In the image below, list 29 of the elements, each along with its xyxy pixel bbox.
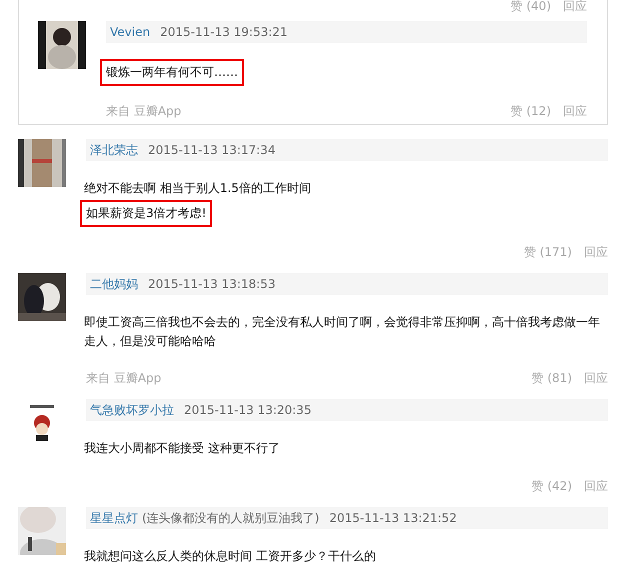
user-note: (连头像都没有的人就别豆油我了) xyxy=(142,510,320,526)
like-link[interactable]: 赞 (12) xyxy=(510,104,551,118)
highlighted-comment-text: 锻炼一两年有何不可…… xyxy=(100,59,244,86)
comment-text: 我连大小周都不能接受 这种更不行了 xyxy=(83,440,281,457)
timestamp: 2015-11-13 13:20:35 xyxy=(184,403,312,417)
timestamp: 2015-11-13 13:17:34 xyxy=(148,143,276,157)
source-label: 来自 豆瓣App xyxy=(86,371,162,385)
like-link[interactable]: 赞 (81) xyxy=(532,371,572,385)
timestamp: 2015-11-13 13:18:53 xyxy=(148,277,276,291)
username-link[interactable]: 泽北荣志 xyxy=(90,142,138,158)
like-link[interactable]: 赞 (42) xyxy=(532,479,572,493)
comment-text: 绝对不能去啊 相当于别人1.5倍的工作时间 xyxy=(83,180,312,197)
username-link[interactable]: 二他妈妈 xyxy=(90,276,138,292)
comment-text: 即使工资高三倍我也不会去的，完全没有私人时间了啊，会觉得非常压抑啊，高十倍我考虑做一年走人，但是没可能哈哈哈 xyxy=(83,314,601,350)
username-link[interactable]: Vevien xyxy=(110,25,150,39)
timestamp: 2015-11-13 19:53:21 xyxy=(160,25,288,39)
comment-text: 我就想问这么反人类的休息时间 工资开多少？干什么的 xyxy=(83,548,377,563)
timestamp: 2015-11-13 13:21:52 xyxy=(329,511,457,525)
reply-link[interactable]: 回应 xyxy=(584,371,608,385)
username-link[interactable]: 气急败坏罗小拉 xyxy=(90,402,174,418)
reply-link[interactable]: 回应 xyxy=(584,245,608,259)
highlighted-comment-text: 如果薪资是3倍才考虑! xyxy=(80,200,212,227)
source-label: 来自 豆瓣App xyxy=(106,104,182,118)
username-link[interactable]: 星星点灯 xyxy=(90,510,138,526)
reply-link[interactable]: 回应 xyxy=(563,0,587,13)
like-link[interactable]: 赞 (171) xyxy=(524,245,572,259)
like-link[interactable]: 赞 (40) xyxy=(510,0,551,13)
reply-link[interactable]: 回应 xyxy=(563,104,587,118)
reply-link[interactable]: 回应 xyxy=(584,479,608,493)
